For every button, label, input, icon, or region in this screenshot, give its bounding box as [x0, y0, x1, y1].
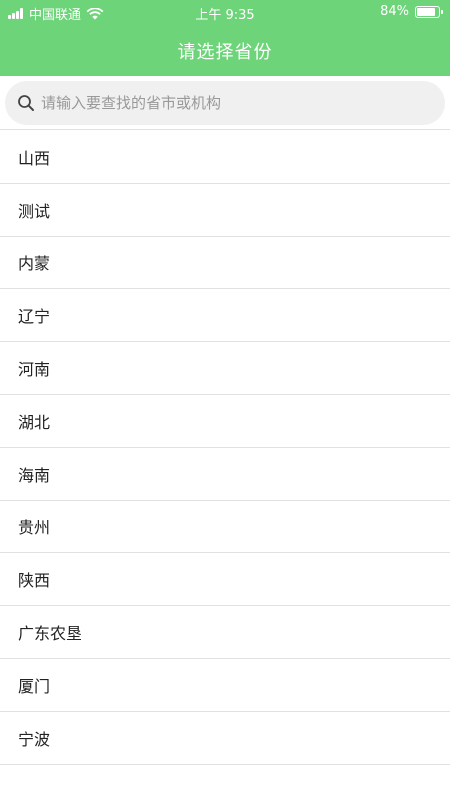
- list-item[interactable]: 厦门: [0, 658, 450, 712]
- province-list: 山西 测试 内蒙 辽宁 河南 湖北 海南 贵州 陕西 广东农垦 厦门 宁波: [0, 131, 450, 765]
- status-right: 84%: [380, 4, 443, 19]
- list-item[interactable]: 湖北: [0, 394, 450, 448]
- battery-icon: [415, 5, 443, 18]
- list-item[interactable]: 宁波: [0, 711, 450, 765]
- list-item[interactable]: 广东农垦: [0, 606, 450, 659]
- battery-percent: 84%: [380, 4, 409, 19]
- list-item[interactable]: 测试: [0, 183, 450, 237]
- app-header: 中国联通 上午 9:35 84% 请选择省份: [0, 0, 450, 76]
- status-bar: 中国联通 上午 9:35 84%: [0, 0, 450, 24]
- list-item[interactable]: 辽宁: [0, 289, 450, 343]
- list-item[interactable]: 山西: [0, 131, 450, 184]
- search-box[interactable]: [5, 81, 445, 125]
- search-input[interactable]: [41, 88, 421, 118]
- list-item[interactable]: 海南: [0, 447, 450, 501]
- list-item[interactable]: 陕西: [0, 553, 450, 607]
- list-item[interactable]: 河南: [0, 342, 450, 395]
- list-item[interactable]: 贵州: [0, 500, 450, 554]
- search-icon: [18, 95, 34, 111]
- search-bar: [0, 76, 450, 130]
- page-title: 请选择省份: [177, 42, 273, 63]
- list-item[interactable]: 内蒙: [0, 236, 450, 290]
